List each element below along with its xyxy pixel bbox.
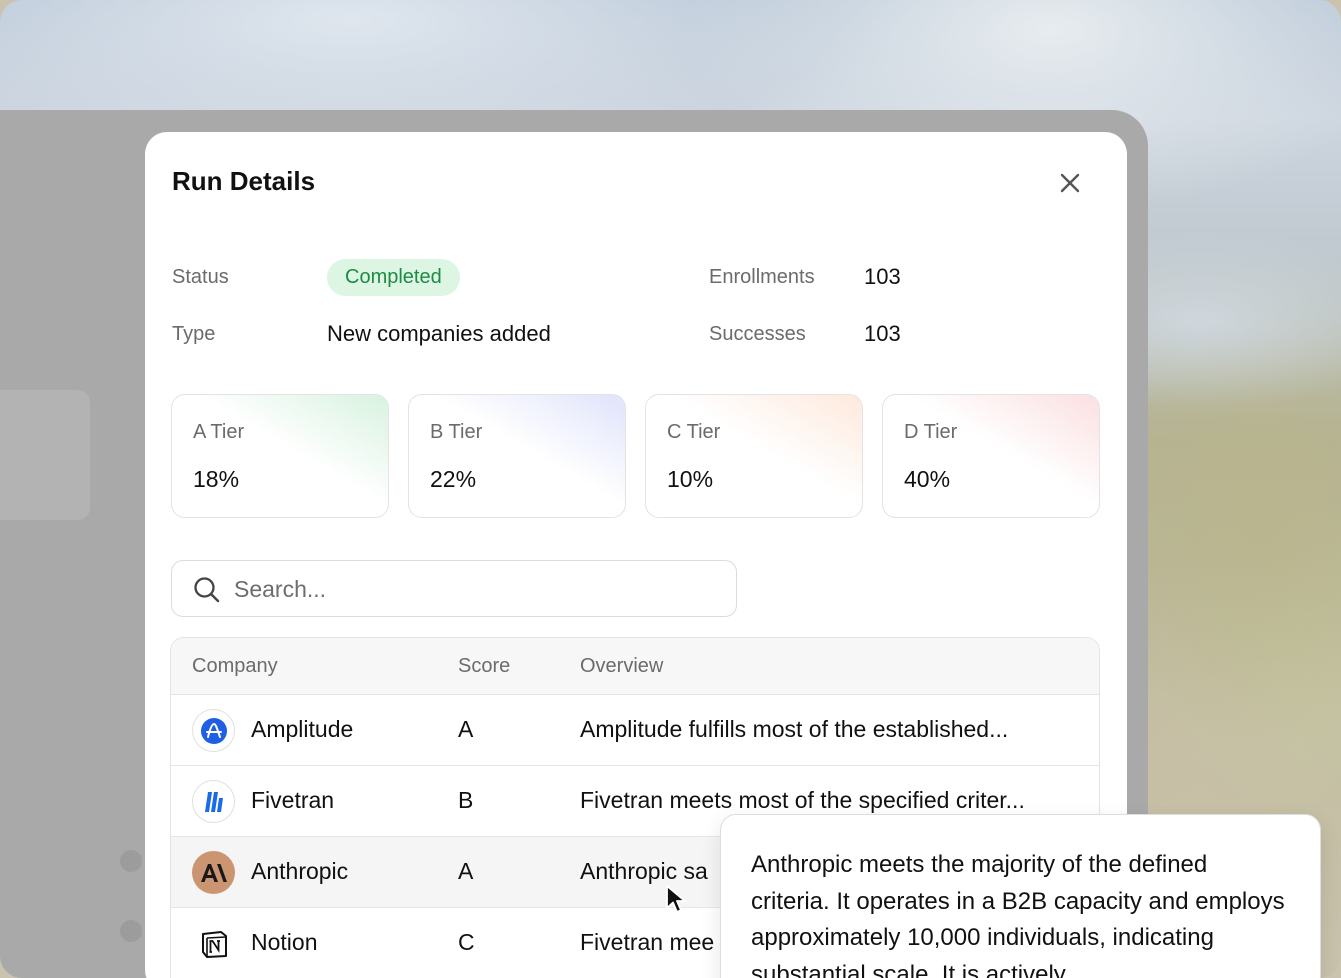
tier-card-d[interactable]: D Tier 40% [882,394,1100,518]
anthropic-logo-icon [192,851,235,894]
tier-label: B Tier [430,421,483,443]
company-score: A [458,858,474,884]
tier-label: A Tier [193,421,245,443]
tier-card-tint [646,395,862,517]
company-name: Fivetran [251,787,335,813]
background-sidebar-item [0,390,90,520]
tier-label: D Tier [904,421,958,443]
company-overview: Fivetran mee [580,929,715,955]
successes-label: Successes [709,323,806,345]
enrollments-value: 103 [864,264,901,289]
close-icon [1060,173,1080,193]
tier-card-tint [883,395,1099,517]
search-icon [194,577,220,603]
company-overview: Anthropic sa [580,858,708,884]
tier-label: C Tier [667,421,721,443]
status-label: Status [172,266,229,288]
enrollments-label: Enrollments [709,266,815,288]
company-name: Notion [251,929,318,955]
tier-value: 40% [904,466,951,492]
search-input[interactable] [234,571,714,607]
company-score: B [458,787,474,813]
close-button[interactable] [1053,166,1087,200]
status-badge: Completed [327,259,460,296]
tier-card-a[interactable]: A Tier 18% [171,394,389,518]
overview-tooltip: Anthropic meets the majority of the defi… [720,814,1321,978]
tier-card-b[interactable]: B Tier 22% [408,394,626,518]
tier-card-tint [409,395,625,517]
table-header: Company Score Overview [171,638,1099,695]
successes-value: 103 [864,321,901,346]
mouse-pointer-icon [666,885,686,913]
tier-card-tint [172,395,388,517]
column-header-overview[interactable]: Overview [580,655,663,678]
background-icon [120,920,142,942]
desktop-background: Run Details Status Completed Type New co… [0,0,1341,978]
company-overview: Amplitude fulfills most of the establish… [580,716,1009,742]
search-box[interactable] [171,560,737,617]
tier-value: 10% [667,466,714,492]
fivetran-logo-icon [192,780,235,823]
amplitude-logo-icon [192,709,235,752]
company-score: C [458,929,475,955]
company-name: Amplitude [251,716,354,742]
company-overview: Fivetran meets most of the specified cri… [580,787,1025,813]
tier-card-c[interactable]: C Tier 10% [645,394,863,518]
company-name: Anthropic [251,858,349,884]
company-score: A [458,716,474,742]
type-label: Type [172,323,216,345]
modal-title: Run Details [172,166,316,196]
background-icon [120,850,142,872]
notion-logo-icon [192,922,235,965]
type-value: New companies added [327,321,551,346]
tooltip-text: Anthropic meets the majority of the defi… [751,851,1285,978]
column-header-score[interactable]: Score [458,655,510,678]
table-row[interactable]: Amplitude A Amplitude fulfills most of t… [171,695,1099,766]
tier-value: 18% [193,466,240,492]
tier-value: 22% [430,466,477,492]
column-header-company[interactable]: Company [192,655,278,678]
